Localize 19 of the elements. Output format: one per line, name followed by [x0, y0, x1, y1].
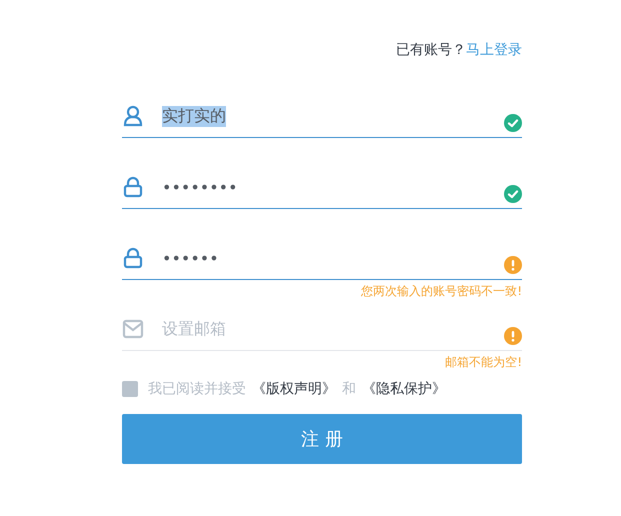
login-prompt: 已有账号？ [396, 41, 466, 59]
input-field[interactable]: 实打实的 [122, 99, 522, 138]
checkbox[interactable] [122, 381, 138, 397]
agreement-text: 和 [342, 380, 356, 398]
input-value: •••••••• [162, 178, 238, 196]
input-value: 实打实的 [162, 106, 226, 126]
placeholder-text: 设置邮箱 [162, 318, 226, 340]
input-field[interactable]: •••••• [122, 241, 522, 280]
user-icon [122, 105, 144, 127]
copyright-link[interactable]: 《版权声明》 [252, 380, 336, 398]
error-message: 邮箱不能为空! [445, 355, 522, 367]
privacy-link[interactable]: 《隐私保护》 [362, 380, 446, 398]
input-value: •••••• [162, 248, 219, 268]
lock-icon [122, 247, 144, 269]
lock-icon [122, 176, 144, 198]
mail-icon [122, 318, 144, 340]
input-field[interactable]: •••••••• [122, 170, 522, 209]
agreement-text: 我已阅读并接受 [148, 380, 246, 398]
error-message: 您两次输入的账号密码不一致! [361, 284, 522, 296]
